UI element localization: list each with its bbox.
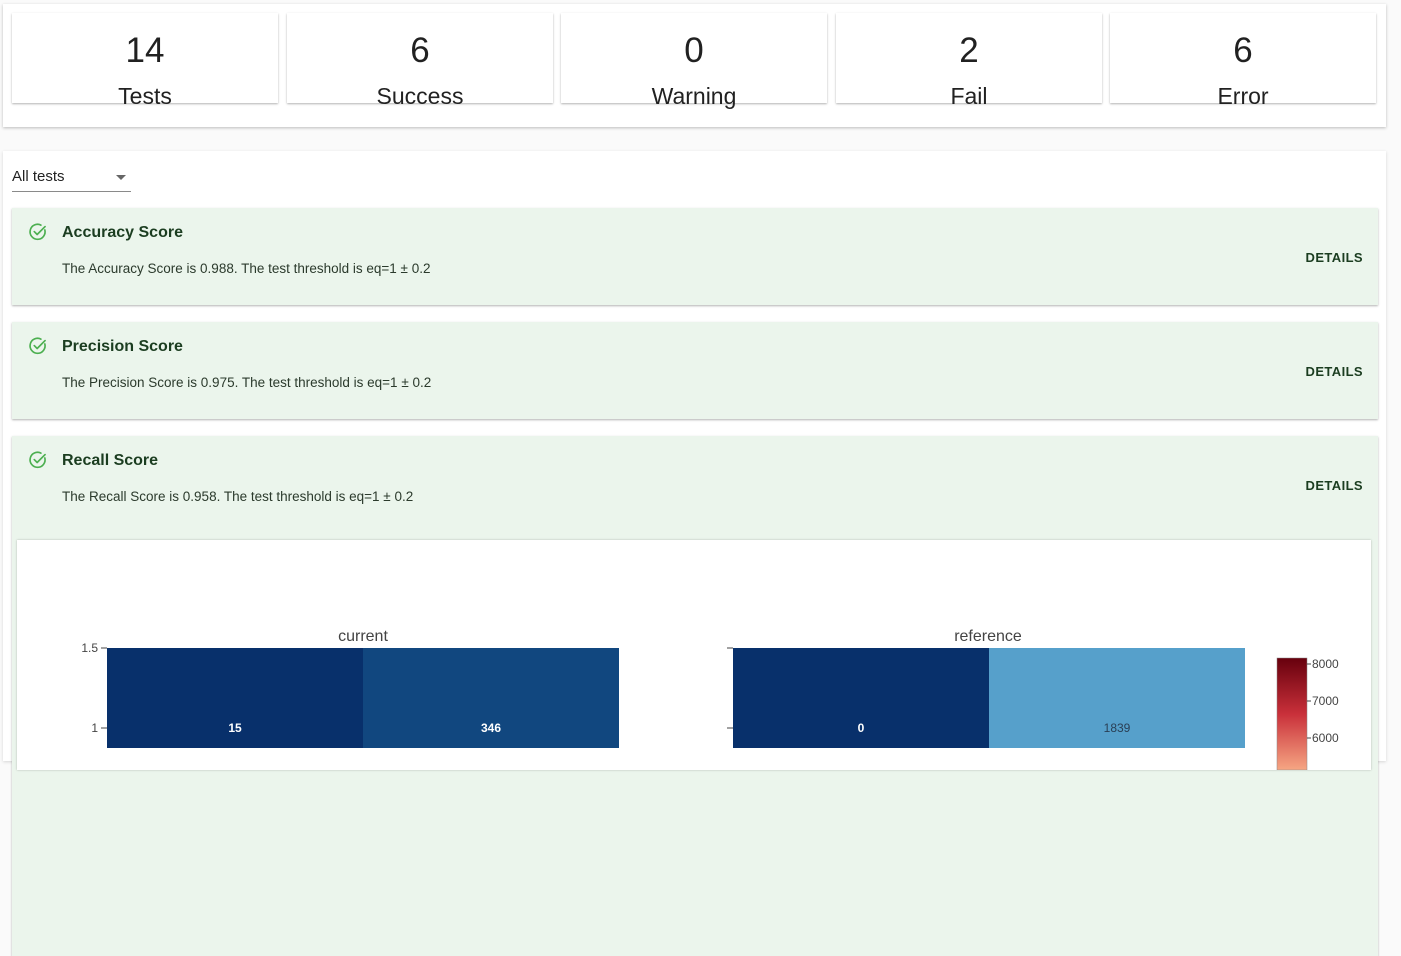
details-button[interactable]: DETAILS [1306, 364, 1363, 379]
stat-value: 14 [125, 31, 165, 70]
test-description: The Recall Score is 0.958. The test thre… [62, 489, 414, 504]
stat-value: 6 [1233, 31, 1253, 70]
test-title: Recall Score [62, 452, 159, 469]
check-circle-icon [29, 337, 46, 355]
test-description: The Precision Score is 0.975. The test t… [62, 375, 432, 390]
stat-label: Error [1217, 83, 1269, 109]
y-tick-label-1: 1 [91, 721, 98, 735]
stat-card-tests: 14 Tests [12, 13, 278, 109]
summary-panel: 14 Tests 6 Success 0 Warning 2 Fail 6 Er… [3, 4, 1386, 127]
heatmap-cell-label-reference-0: 0 [858, 721, 865, 735]
heatmap-cell-label-reference-1: 1839 [1104, 721, 1131, 735]
stat-label: Success [376, 83, 464, 109]
heatmap-cell-label-current-1: 346 [481, 721, 501, 735]
test-card-accuracy: Accuracy Score The Accuracy Score is 0.9… [12, 208, 1378, 305]
confusion-matrix-chart: current reference 15 346 0 1839 1.5 1 8000 7000… [17, 540, 1371, 770]
filter-selected-value: All tests [12, 168, 65, 185]
stat-label: Tests [118, 83, 172, 109]
colorbar [1276, 657, 1308, 770]
stat-label: Fail [950, 83, 988, 109]
details-button[interactable]: DETAILS [1306, 478, 1363, 493]
stat-value: 6 [410, 31, 430, 70]
colorbar-tick-label-0: 8000 [1312, 657, 1339, 671]
stat-label: Warning [651, 83, 737, 109]
stat-card-error: 6 Error [1110, 13, 1376, 109]
dropdown-arrow-icon [116, 175, 126, 180]
stat-card-fail: 2 Fail [836, 13, 1102, 109]
stat-card-success: 6 Success [287, 13, 553, 109]
test-title: Precision Score [62, 338, 183, 355]
stat-value: 2 [959, 31, 979, 70]
check-circle-icon [29, 223, 46, 241]
heatmap-cell-label-current-0: 15 [228, 721, 242, 735]
stat-value: 0 [684, 31, 704, 70]
test-title: Accuracy Score [62, 224, 183, 241]
test-card-precision: Precision Score The Precision Score is 0… [12, 322, 1378, 419]
test-filter-select[interactable]: All tests [12, 165, 131, 192]
stat-card-warning: 0 Warning [561, 13, 827, 109]
y-tick-label-0: 1.5 [81, 641, 98, 655]
check-circle-icon [29, 451, 46, 469]
details-button[interactable]: DETAILS [1306, 250, 1363, 265]
heatmap-plot: 15 346 0 1839 1.5 1 8000 7000 6000 [81, 641, 1339, 770]
colorbar-tick-label-1: 7000 [1312, 694, 1339, 708]
test-description: The Accuracy Score is 0.988. The test th… [62, 261, 431, 276]
colorbar-tick-label-2: 6000 [1312, 731, 1339, 745]
